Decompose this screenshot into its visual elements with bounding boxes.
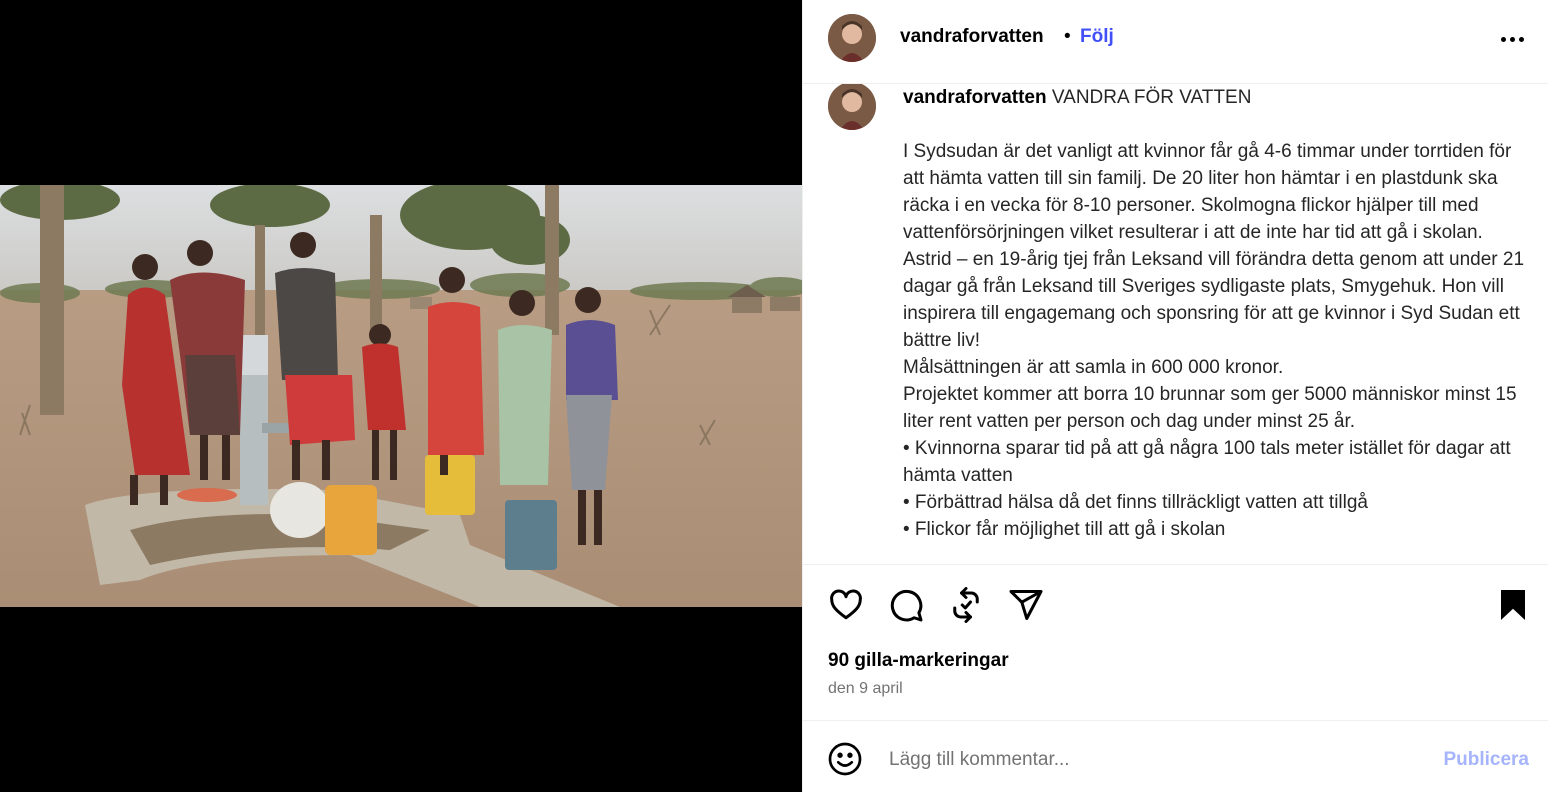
comment-icon[interactable] (888, 587, 924, 623)
caption-bullet: • Förbättrad hälsa då det finns tillräck… (903, 492, 1368, 513)
separator-dot: • (1064, 26, 1071, 47)
action-bar: 90 gilla-markeringar den 9 april (803, 564, 1548, 720)
avatar[interactable] (828, 14, 876, 62)
more-options-icon[interactable] (1497, 24, 1527, 54)
post-photo[interactable] (0, 185, 802, 607)
likes-count[interactable]: 90 gilla-markeringar (828, 650, 1009, 672)
avatar-image (828, 84, 876, 130)
follow-button[interactable]: Följ (1080, 26, 1114, 48)
post-caption: vandraforvatten VANDRA FÖR VATTEN I Syds… (903, 84, 1529, 543)
publish-button[interactable]: Publicera (1443, 749, 1529, 771)
caption-avatar[interactable] (828, 84, 876, 130)
heart-icon[interactable] (828, 587, 864, 623)
share-icon[interactable] (1008, 587, 1044, 623)
comment-composer: Publicera (803, 720, 1548, 792)
caption-title: VANDRA FÖR VATTEN (1051, 87, 1252, 108)
caption-username[interactable]: vandraforvatten (903, 87, 1047, 108)
post-dialog: vandraforvatten • Följ vandraforvatten V… (0, 0, 1548, 792)
caption-paragraph: Projektet kommer att borra 10 brunnar so… (903, 384, 1517, 432)
post-sidebar: vandraforvatten • Följ vandraforvatten V… (802, 0, 1548, 792)
bookmark-icon[interactable] (1495, 587, 1531, 623)
emoji-icon[interactable] (827, 741, 863, 777)
photo-illustration (0, 185, 802, 607)
comments-section[interactable]: vandraforvatten VANDRA FÖR VATTEN I Syds… (803, 84, 1548, 564)
caption-paragraph: I Sydsudan är det vanligt att kvinnor få… (903, 141, 1512, 243)
caption-paragraph: Astrid – en 19-årig tjej från Leksand vi… (903, 249, 1525, 351)
comment-input[interactable] (887, 743, 1411, 777)
post-date[interactable]: den 9 april (828, 680, 903, 698)
avatar-image (828, 14, 876, 62)
caption-bullet: • Kvinnorna sparar tid på att gå några 1… (903, 438, 1511, 486)
caption-paragraph: Målsättningen är att samla in 600 000 kr… (903, 357, 1284, 378)
post-header: vandraforvatten • Följ (803, 0, 1548, 84)
media-pane (0, 0, 802, 792)
repost-icon[interactable] (948, 587, 984, 623)
author-username[interactable]: vandraforvatten (900, 26, 1044, 48)
caption-bullet: • Flickor får möjlighet till att gå i sk… (903, 519, 1226, 540)
